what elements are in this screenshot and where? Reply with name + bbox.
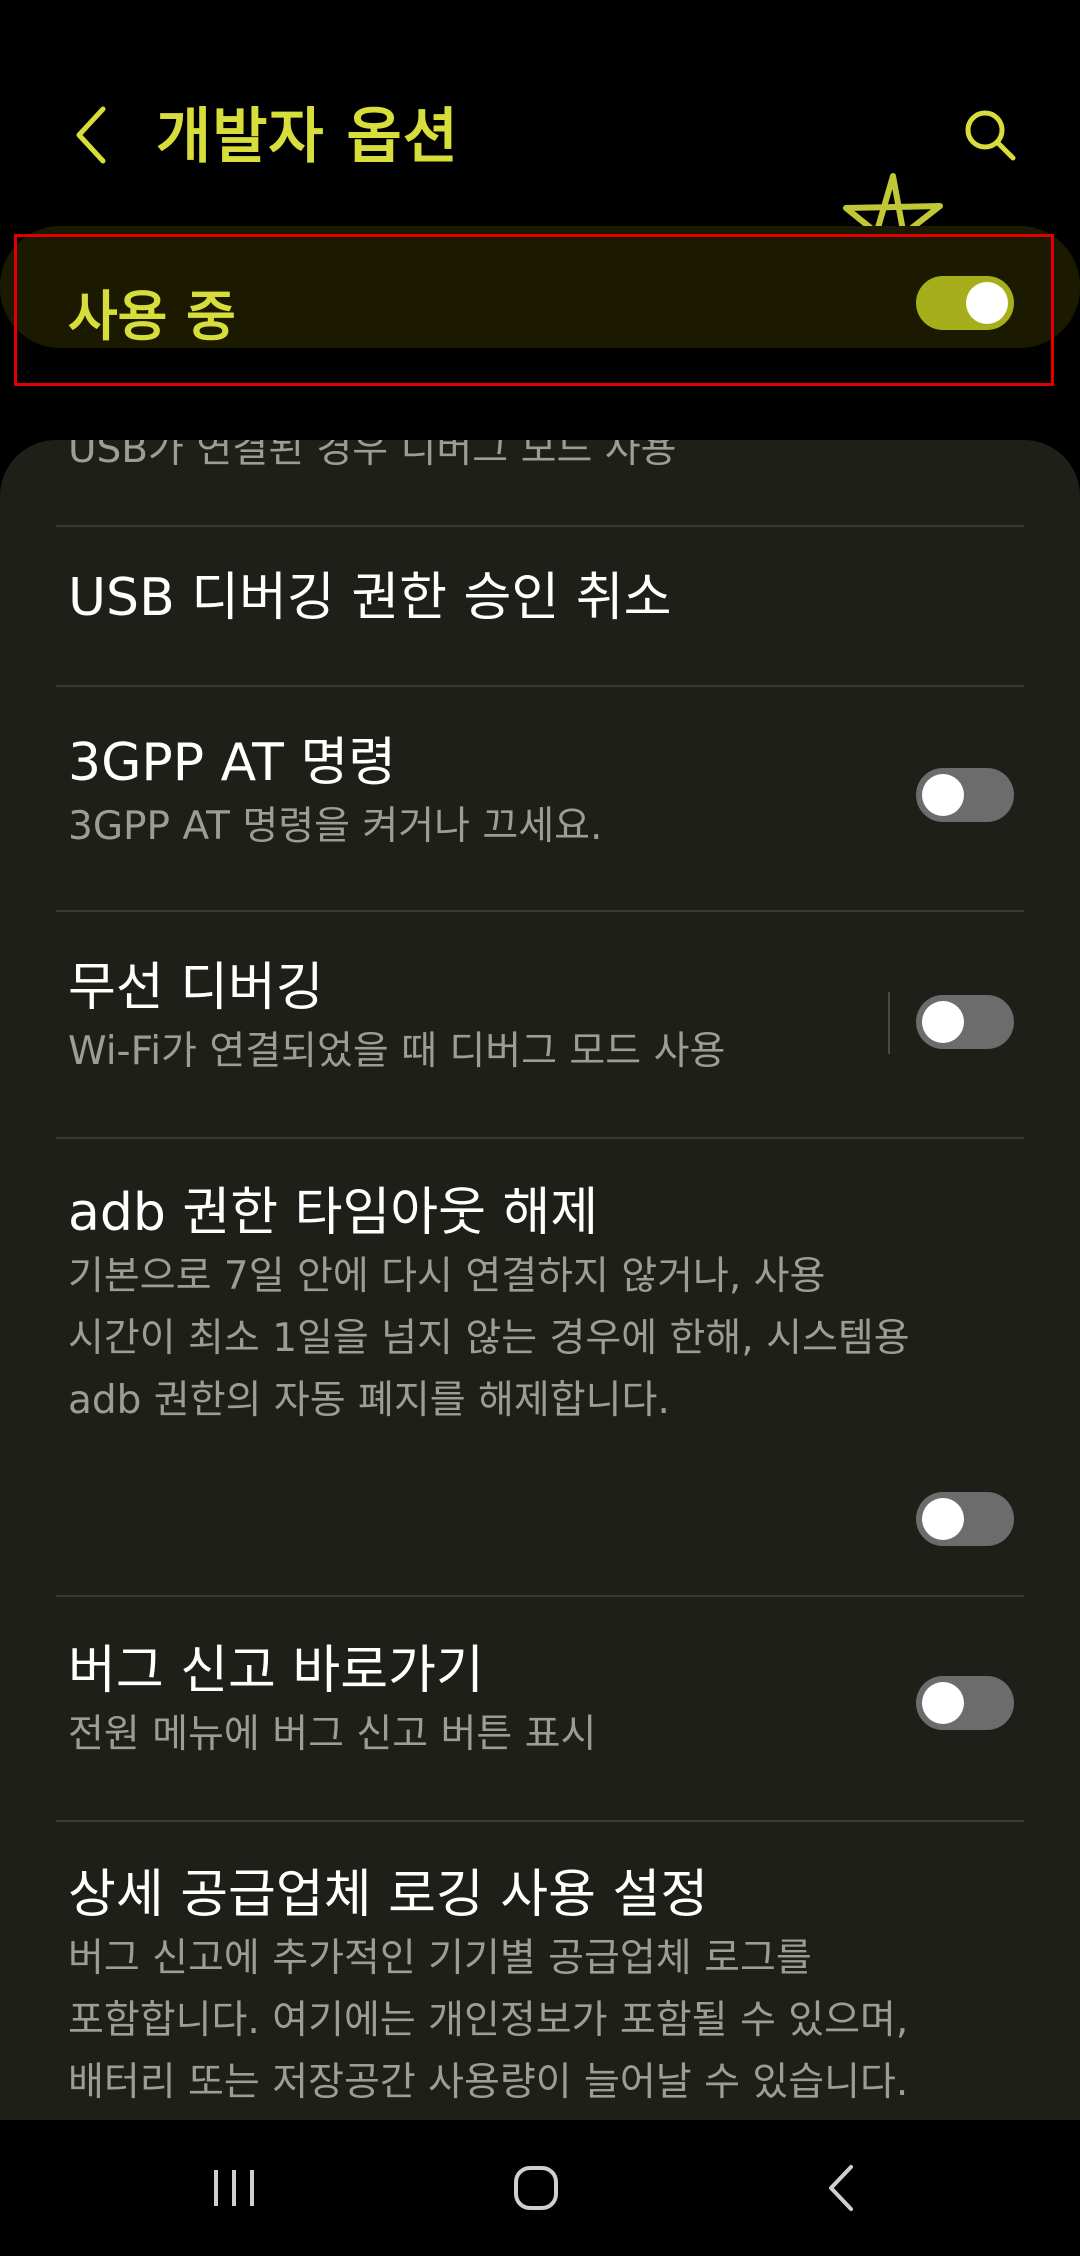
item-subtitle-line: 버그 신고에 추가적인 기기별 공급업체 로그를 [68, 1936, 812, 1981]
toggle-knob [966, 282, 1008, 324]
back-nav-button[interactable] [800, 2148, 880, 2228]
item-subtitle-line: 배터리 또는 저장공간 사용량이 늘어날 수 있습니다. [68, 2060, 909, 2105]
item-title: 버그 신고 바로가기 [68, 1641, 484, 1701]
list-item-adb-timeout[interactable]: adb 권한 타임아웃 해제 기본으로 7일 안에 다시 연결하지 않거나, 사… [68, 1180, 1012, 1432]
recents-button[interactable] [194, 2148, 274, 2228]
divider [56, 1820, 1024, 1822]
item-subtitle: Wi-Fi가 연결되었을 때 디버그 모드 사용 [68, 1029, 726, 1074]
item-subtitle-line: 시간이 최소 1일을 넘지 않는 경우에 한해, 시스템용 [68, 1316, 910, 1361]
toggle-bug-report-shortcut[interactable] [916, 1676, 1014, 1730]
toggle-3gpp-at[interactable] [916, 768, 1014, 822]
list-item-wireless-debugging[interactable]: 무선 디버깅 Wi-Fi가 연결되었을 때 디버그 모드 사용 [68, 955, 1012, 1083]
search-button[interactable] [950, 95, 1030, 175]
toggle-knob [922, 1682, 964, 1724]
item-subtitle-line: adb 권한의 자동 폐지를 해제합니다. [68, 1378, 670, 1423]
item-subtitle: 전원 메뉴에 버그 신고 버튼 표시 [68, 1712, 597, 1757]
recents-icon [214, 2170, 254, 2206]
page-title: 개발자 옵션 [156, 102, 459, 172]
item-title: USB 디버깅 권한 승인 취소 [68, 568, 672, 628]
divider [56, 1137, 1024, 1139]
search-icon [965, 110, 1016, 161]
toggle-wireless-debugging[interactable] [916, 995, 1014, 1049]
toggle-knob [922, 1001, 964, 1043]
vertical-separator [888, 992, 890, 1054]
settings-list: USB가 연결된 경우 디버그 모드 사용 USB 디버깅 권한 승인 취소 3… [0, 440, 1080, 2120]
home-button[interactable] [496, 2148, 576, 2228]
back-button[interactable] [60, 95, 120, 175]
list-item-bug-report-shortcut[interactable]: 버그 신고 바로가기 전원 메뉴에 버그 신고 버튼 표시 [68, 1638, 1012, 1766]
divider [56, 525, 1024, 527]
divider [56, 1595, 1024, 1597]
toggle-knob [922, 1498, 964, 1540]
item-subtitle: 3GPP AT 명령을 켜거나 끄세요. [68, 804, 603, 849]
list-item-partial: USB가 연결된 경우 디버그 모드 사용 [68, 440, 677, 472]
toggle-adb-timeout[interactable] [916, 1492, 1014, 1546]
list-item-revoke-usb-debugging[interactable]: USB 디버깅 권한 승인 취소 [68, 565, 1012, 631]
item-subtitle-line: 기본으로 7일 안에 다시 연결하지 않거나, 사용 [68, 1254, 826, 1299]
item-title: 3GPP AT 명령 [68, 733, 397, 793]
master-switch-label: 사용 중 [68, 285, 236, 348]
divider [56, 910, 1024, 912]
toggle-knob [922, 774, 964, 816]
list-item-3gpp-at[interactable]: 3GPP AT 명령 3GPP AT 명령을 켜거나 끄세요. [68, 730, 1012, 858]
navigation-bar [0, 2120, 1080, 2256]
item-title: 무선 디버깅 [68, 958, 324, 1018]
home-icon [514, 2166, 558, 2210]
divider [56, 685, 1024, 687]
item-subtitle-line: 포함합니다. 여기에는 개인정보가 포함될 수 있으며, [68, 1998, 909, 2043]
back-icon [829, 2165, 853, 2211]
chevron-left-icon [76, 106, 106, 164]
master-switch-toggle[interactable] [916, 276, 1014, 330]
item-title: adb 권한 타임아웃 해제 [68, 1183, 599, 1243]
item-title: 상세 공급업체 로깅 사용 설정 [68, 1865, 709, 1925]
list-item-vendor-logging[interactable]: 상세 공급업체 로깅 사용 설정 버그 신고에 추가적인 기기별 공급업체 로그… [68, 1862, 1012, 2114]
